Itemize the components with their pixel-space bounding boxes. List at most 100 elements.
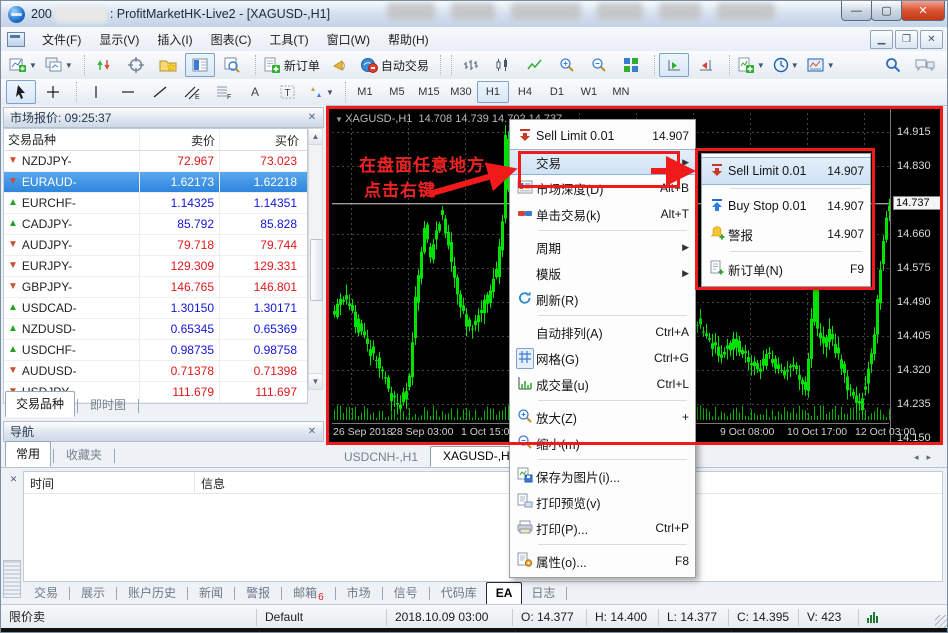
minimize-button[interactable]: — bbox=[841, 1, 872, 21]
tick-chart-button[interactable] bbox=[89, 53, 119, 77]
child-close-button[interactable]: ✕ bbox=[920, 30, 943, 49]
zoom-out-button[interactable] bbox=[584, 53, 614, 77]
chart-system-menu-icon[interactable] bbox=[7, 32, 25, 47]
menu-item-4[interactable]: 工具(T) bbox=[260, 28, 317, 51]
line-chart-button[interactable] bbox=[520, 53, 550, 77]
menu-item-3[interactable]: 图表(C) bbox=[202, 28, 261, 51]
tab-scroll-icons[interactable]: ◂▸ bbox=[914, 452, 939, 463]
trade-submenu-item-new-order[interactable]: 新订单(N)F9 bbox=[702, 255, 870, 283]
terminal-tab-9[interactable]: EA bbox=[486, 582, 523, 605]
terminal-close-icon[interactable]: ✕ bbox=[7, 473, 20, 486]
profiles-button-caret-icon[interactable]: ▼ bbox=[65, 61, 73, 70]
navigator-tab-1[interactable]: 收藏夹 bbox=[56, 443, 112, 467]
market-watch-row-nzdusd[interactable]: ▲NZDUSD-0.653450.65369 bbox=[4, 319, 307, 340]
terminal-tab-7[interactable]: 信号 bbox=[385, 581, 427, 605]
menu-item-5[interactable]: 窗口(W) bbox=[318, 28, 379, 51]
horizontal-line-tool-button[interactable] bbox=[113, 80, 143, 104]
market-watch-tab-1[interactable]: 即时图 bbox=[80, 393, 136, 417]
context-menu-item-print[interactable]: 打印(P)...Ctrl+P bbox=[510, 515, 695, 541]
market-watch-row-audusd[interactable]: ▼AUDUSD-0.713780.71398 bbox=[4, 361, 307, 382]
candlestick-chart-button[interactable] bbox=[488, 53, 518, 77]
profile-folder-button[interactable] bbox=[153, 53, 183, 77]
timeframe-m5[interactable]: M5 bbox=[381, 81, 413, 103]
restore-button[interactable]: ▢ bbox=[871, 1, 902, 21]
templates-button-caret-icon[interactable]: ▼ bbox=[827, 61, 835, 70]
context-menu-item-zoom-out[interactable]: 缩小(m)- bbox=[510, 430, 695, 456]
indicators-button-caret-icon[interactable]: ▼ bbox=[757, 61, 765, 70]
timeframe-w1[interactable]: W1 bbox=[573, 81, 605, 103]
navigator-tab-0[interactable]: 常用 bbox=[5, 441, 51, 467]
market-watch-row-usdcad[interactable]: ▲USDCAD-1.301501.30171 bbox=[4, 298, 307, 319]
market-watch-row-audjpy[interactable]: ▼AUDJPY-79.71879.744 bbox=[4, 235, 307, 256]
timeframe-m1[interactable]: M1 bbox=[349, 81, 381, 103]
search-button[interactable] bbox=[878, 53, 908, 77]
market-watch-toggle-button[interactable] bbox=[185, 53, 215, 77]
context-menu-item-auto-arrange[interactable]: 自动排列(A)Ctrl+A bbox=[510, 319, 695, 345]
column-time[interactable]: 时间 bbox=[24, 472, 195, 493]
market-watch-row-nzdjpy[interactable]: ▼NZDJPY-72.96773.023 bbox=[4, 151, 307, 172]
timeframe-m30[interactable]: M30 bbox=[445, 81, 477, 103]
context-menu-item-zoom-in[interactable]: 放大(Z)+ bbox=[510, 404, 695, 430]
navigator-close-icon[interactable]: ✕ bbox=[305, 425, 319, 439]
context-menu-item-trade[interactable]: 交易▶ bbox=[510, 149, 695, 175]
market-watch-row-usdchf[interactable]: ▲USDCHF-0.987350.98758 bbox=[4, 340, 307, 361]
menu-item-0[interactable]: 文件(F) bbox=[33, 28, 90, 51]
vertical-line-tool-button[interactable] bbox=[81, 80, 111, 104]
context-menu-item-periods[interactable]: 周期▶ bbox=[510, 234, 695, 260]
trade-submenu-item-sell-limit[interactable]: Sell Limit 0.0114.907 bbox=[702, 157, 870, 185]
menu-item-1[interactable]: 显示(V) bbox=[90, 28, 148, 51]
terminal-tab-6[interactable]: 市场 bbox=[338, 581, 380, 605]
context-menu-item-one-click-trading[interactable]: 单击交易(k)Alt+T bbox=[510, 201, 695, 227]
market-watch-row-eurjpy[interactable]: ▼EURJPY-129.309129.331 bbox=[4, 256, 307, 277]
context-menu-item-grid[interactable]: 网格(G)Ctrl+G bbox=[510, 345, 695, 371]
chart-tab-0[interactable]: USDCNH-,H1 bbox=[332, 448, 430, 467]
trade-submenu-item-buy-stop[interactable]: Buy Stop 0.0114.907 bbox=[702, 192, 870, 220]
arrows-tool-button[interactable]: ▼ bbox=[305, 80, 337, 104]
community-chat-button[interactable] bbox=[910, 53, 940, 77]
timeframe-h4[interactable]: H4 bbox=[509, 81, 541, 103]
new-chart-button-caret-icon[interactable]: ▼ bbox=[29, 61, 37, 70]
context-menu-item-depth-of-market[interactable]: 市场深度(D)Alt+B bbox=[510, 175, 695, 201]
market-watch-row-euraud[interactable]: ▼EURAUD-1.621731.62218 bbox=[4, 172, 307, 193]
market-watch-row-gbpjpy[interactable]: ▼GBPJPY-146.765146.801 bbox=[4, 277, 307, 298]
profiles-button[interactable]: ▼ bbox=[42, 53, 76, 77]
child-restore-button[interactable]: ❐ bbox=[895, 30, 918, 49]
market-watch-tab-0[interactable]: 交易品种 bbox=[5, 391, 75, 417]
terminal-tab-8[interactable]: 代码库 bbox=[432, 581, 486, 605]
trade-submenu-item-alert[interactable]: 警报14.907 bbox=[702, 220, 870, 248]
terminal-tab-2[interactable]: 账户历史 bbox=[119, 581, 185, 605]
text-tool-button[interactable]: A bbox=[241, 80, 271, 104]
periods-button-caret-icon[interactable]: ▼ bbox=[791, 61, 799, 70]
market-watch-row-cadjpy[interactable]: ▲CADJPY-85.79285.828 bbox=[4, 214, 307, 235]
context-menu-item-save-as-picture[interactable]: 保存为图片(i)... bbox=[510, 463, 695, 489]
context-menu-item-volumes[interactable]: 成交量(u)Ctrl+L bbox=[510, 371, 695, 397]
terminal-tab-4[interactable]: 警报 bbox=[237, 581, 279, 605]
trendline-tool-button[interactable] bbox=[145, 80, 175, 104]
auto-trading-button[interactable]: 自动交易 bbox=[357, 53, 432, 77]
timeframe-d1[interactable]: D1 bbox=[541, 81, 573, 103]
terminal-tab-3[interactable]: 新闻 bbox=[190, 581, 232, 605]
indicators-button[interactable]: ▼ bbox=[734, 53, 768, 77]
periods-button[interactable]: ▼ bbox=[770, 53, 802, 77]
context-menu-item-refresh[interactable]: 刷新(R) bbox=[510, 286, 695, 312]
chart-shift-button[interactable] bbox=[691, 53, 721, 77]
timeframe-h1[interactable]: H1 bbox=[477, 81, 509, 103]
timeframe-m15[interactable]: M15 bbox=[413, 81, 445, 103]
terminal-tab-5[interactable]: 邮箱6 bbox=[284, 581, 333, 605]
label-tool-button[interactable]: T bbox=[273, 80, 303, 104]
scroll-down-icon[interactable]: ▼ bbox=[309, 373, 322, 389]
channel-tool-button[interactable]: E bbox=[177, 80, 207, 104]
auto-scroll-button[interactable] bbox=[659, 53, 689, 77]
context-menu-item-sell-limit[interactable]: Sell Limit 0.0114.907 bbox=[510, 123, 695, 149]
data-window-button[interactable] bbox=[217, 53, 247, 77]
crosshair-target-button[interactable] bbox=[121, 53, 151, 77]
context-menu-item-print-preview[interactable]: 打印预览(v) bbox=[510, 489, 695, 515]
terminal-tab-1[interactable]: 展示 bbox=[72, 581, 114, 605]
close-button[interactable]: ✕ bbox=[901, 1, 945, 21]
context-menu-item-properties[interactable]: 属性(o)...F8 bbox=[510, 548, 695, 574]
market-watch-row-eurchf[interactable]: ▲EURCHF-1.143251.14351 bbox=[4, 193, 307, 214]
menu-item-6[interactable]: 帮助(H) bbox=[379, 28, 438, 51]
context-menu-item-templates[interactable]: 模版▶ bbox=[510, 260, 695, 286]
menu-item-2[interactable]: 插入(I) bbox=[148, 28, 201, 51]
arrows-tool-button-caret-icon[interactable]: ▼ bbox=[326, 88, 334, 97]
